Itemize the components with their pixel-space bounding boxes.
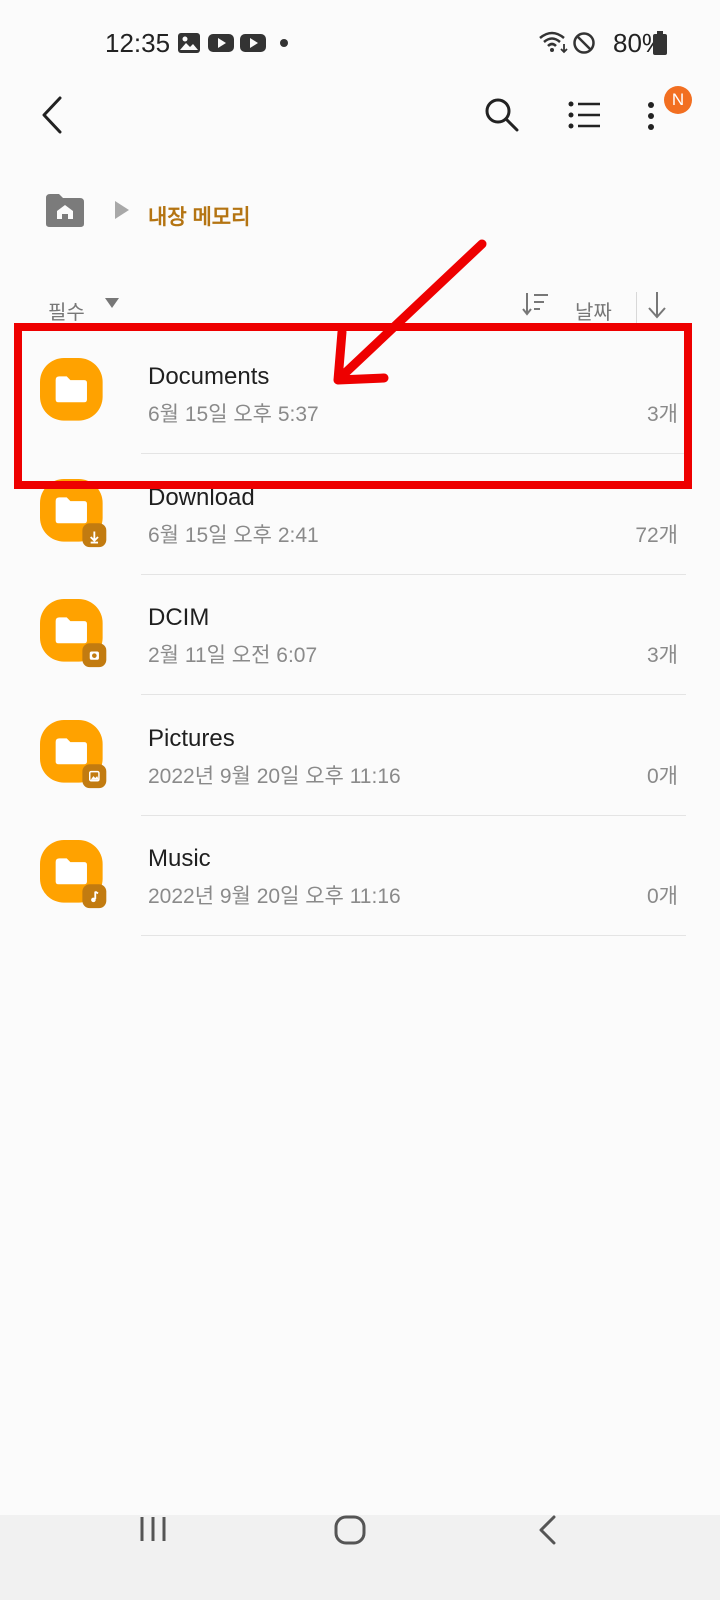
status-time: 12:35 <box>105 28 171 58</box>
annotation-arrow <box>333 239 487 385</box>
sort-divider <box>636 292 637 326</box>
gallery-icon <box>178 33 200 53</box>
folder-date: 6월 15일 오후 2:41 <box>148 523 319 547</box>
folder-name: DCIM <box>148 604 210 631</box>
folder-date: 2022년 9월 20일 오후 11:16 <box>148 764 401 788</box>
row-divider <box>141 935 686 936</box>
notification-badge: N <box>664 86 692 114</box>
download-icon <box>82 522 107 547</box>
back-nav-icon[interactable] <box>536 1515 558 1545</box>
home-icon[interactable] <box>334 1515 366 1545</box>
dropdown-arrow-icon[interactable] <box>104 297 120 309</box>
folder-item-count: 0개 <box>647 764 678 788</box>
folder-item-count: 3개 <box>647 644 678 667</box>
do-not-disturb-icon <box>573 32 595 54</box>
back-icon[interactable] <box>38 95 68 135</box>
youtube-icon <box>208 34 234 52</box>
more-options-icon[interactable] <box>645 100 657 132</box>
folder-icon <box>40 599 107 668</box>
folder-row-music[interactable]: Music 2022년 9월 20일 오후 11:16 0개 <box>0 814 720 936</box>
folder-icon <box>40 478 107 547</box>
folder-row-dcim[interactable]: DCIM 2월 11일 오전 6:07 3개 <box>0 573 720 695</box>
breadcrumb-arrow-icon <box>115 201 129 219</box>
wifi-icon <box>539 31 568 54</box>
home-folder-icon[interactable] <box>44 192 86 228</box>
recent-apps-icon[interactable] <box>138 1515 168 1543</box>
sort-icon[interactable] <box>522 291 550 317</box>
folder-date: 2월 11일 오전 6:07 <box>148 644 318 667</box>
sort-by-label[interactable]: 날짜 <box>575 296 612 325</box>
folder-name: Pictures <box>148 724 235 752</box>
breadcrumb-location[interactable]: 내장 메모리 <box>148 201 250 231</box>
image-icon <box>82 763 107 788</box>
folder-icon <box>40 719 107 788</box>
dot-icon <box>280 39 288 47</box>
battery-icon <box>653 31 667 55</box>
folder-item-count: 0개 <box>647 885 678 908</box>
sort-direction-icon[interactable] <box>646 290 668 320</box>
folder-item-count: 72개 <box>635 523 678 547</box>
folder-icon <box>40 840 107 909</box>
folder-name: Music <box>148 845 211 872</box>
folder-date: 2022년 9월 20일 오후 11:16 <box>148 885 401 908</box>
folder-row-pictures[interactable]: Pictures 2022년 9월 20일 오후 11:16 0개 <box>0 694 720 816</box>
search-icon[interactable] <box>484 97 520 133</box>
camera-icon <box>82 643 107 668</box>
music-note-icon <box>82 884 107 909</box>
youtube-icon <box>240 34 266 52</box>
filter-dropdown-label[interactable]: 필수 <box>48 296 85 325</box>
list-view-icon[interactable] <box>568 100 602 130</box>
